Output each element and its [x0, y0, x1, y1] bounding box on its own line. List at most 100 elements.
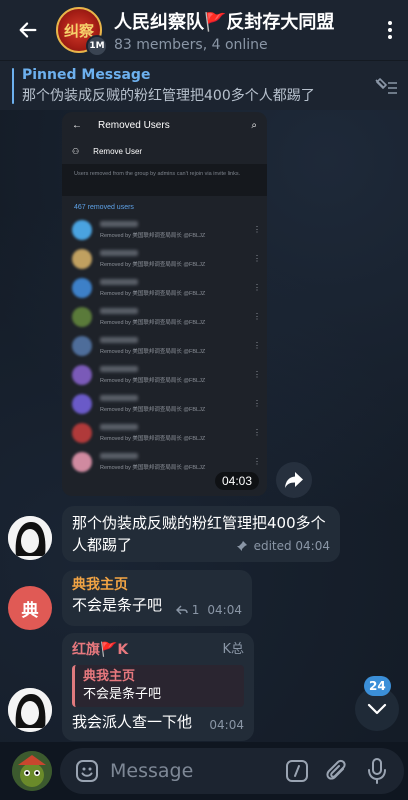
image-search-icon: ⌕ — [251, 119, 257, 131]
image-user-menu-icon: ⋮ — [253, 457, 261, 466]
message-bubble[interactable]: 那个伪装成反贼的粉红管理把400多个人都踢了 edited 04:04 — [62, 506, 340, 562]
more-menu-button[interactable] — [372, 0, 408, 60]
forward-button[interactable] — [276, 462, 312, 498]
message-time: 04:04 — [209, 718, 244, 732]
image-remove-user-icon: ⚇ — [72, 146, 80, 156]
image-user-avatar — [72, 277, 92, 298]
group-avatar[interactable]: 纠察 1M — [56, 7, 108, 57]
chat-title-block[interactable]: 人民纠察队🚩反封存大同盟 83 members, 4 online — [114, 8, 372, 53]
image-user-removed-by: Removed by 美国联邦调查局局长 @FBLJZ — [100, 377, 206, 384]
composer-bar — [0, 742, 408, 800]
pin-list-button[interactable] — [364, 76, 408, 96]
message-author[interactable]: 典我主页 — [72, 576, 242, 594]
avatar[interactable] — [8, 688, 52, 732]
pinned-message-bar[interactable]: Pinned Message 那个伪装成反贼的粉红管理把400多个人都踢了 — [0, 60, 408, 110]
pin-list-icon — [375, 77, 397, 94]
image-user-removed-by: Removed by 美国联邦调查局局长 @FBLJZ — [100, 435, 206, 442]
image-user-menu-icon: ⋮ — [253, 370, 261, 379]
image-user-info: Removed by 美国联邦调查局局长 @FBLJZ — [100, 220, 245, 239]
image-user-avatar — [72, 335, 92, 356]
image-user-name-blurred — [100, 365, 138, 372]
pinned-indicator — [12, 67, 14, 104]
voice-record-button[interactable] — [360, 754, 394, 788]
image-user-row: Removed by 美国联邦调查局局长 @FBLJZ ⋮ — [62, 418, 267, 447]
image-user-info: Removed by 美国联邦调查局局长 @FBLJZ — [100, 249, 245, 268]
attach-button[interactable] — [320, 754, 354, 788]
image-user-row: Removed by 美国联邦调查局局长 @FBLJZ ⋮ — [62, 360, 267, 389]
image-user-info: Removed by 美国联邦调查局局长 @FBLJZ — [100, 423, 245, 442]
reply-count[interactable]: 1 — [192, 599, 200, 621]
image-user-removed-by: Removed by 美国联邦调查局局长 @FBLJZ — [100, 464, 206, 471]
image-user-info: Removed by 美国联邦调查局局长 @FBLJZ — [100, 365, 245, 384]
image-user-name-blurred — [100, 336, 138, 343]
image-note: Users removed from the group by admins c… — [62, 164, 267, 196]
pin-icon — [236, 541, 247, 551]
image-user-name-blurred — [100, 220, 138, 227]
image-user-menu-icon: ⋮ — [253, 283, 261, 292]
paperclip-icon — [326, 759, 346, 780]
send-as-avatar[interactable] — [12, 751, 52, 791]
image-user-avatar — [72, 422, 92, 443]
chevron-down-icon — [367, 703, 387, 715]
image-user-removed-by: Removed by 美国联邦调查局局长 @FBLJZ — [100, 406, 206, 413]
admin-title: K总 — [222, 642, 244, 657]
image-title: Removed Users — [98, 119, 170, 131]
image-message[interactable]: ← Removed Users ⌕ ⚇ Remove User Users re… — [62, 112, 267, 496]
image-user-name-blurred — [100, 394, 138, 401]
image-user-name-blurred — [100, 249, 138, 256]
message-author[interactable]: 红旗🚩K — [72, 639, 128, 661]
emoji-button[interactable] — [70, 754, 104, 788]
image-user-info: Removed by 美国联邦调查局局长 @FBLJZ — [100, 394, 245, 413]
image-back-icon: ← — [72, 119, 82, 131]
image-remove-user-label: Remove User — [93, 146, 143, 156]
image-remove-user-row: ⚇ Remove User — [62, 138, 267, 164]
bot-commands-button[interactable] — [280, 754, 314, 788]
image-user-menu-icon: ⋮ — [253, 312, 261, 321]
more-vertical-icon — [388, 21, 392, 39]
image-user-info: Removed by 美国联邦调查局局长 @FBLJZ — [100, 336, 245, 355]
avatar[interactable]: 典 — [8, 586, 52, 630]
image-user-row: Removed by 美国联邦调查局局长 @FBLJZ ⋮ — [62, 215, 267, 244]
slash-command-icon — [286, 760, 308, 782]
pinned-label: Pinned Message — [22, 66, 151, 83]
image-user-avatar — [72, 306, 92, 327]
image-user-row: Removed by 美国联邦调查局局长 @FBLJZ ⋮ — [62, 302, 267, 331]
image-user-removed-by: Removed by 美国联邦调查局局长 @FBLJZ — [100, 290, 206, 297]
message-meta: edited 04:04 — [236, 535, 330, 557]
image-user-removed-by: Removed by 美国联邦调查局局长 @FBLJZ — [100, 232, 206, 239]
sketch-avatar-icon — [8, 688, 52, 732]
pinned-text: 那个伪装成反贼的粉红管理把400多个人都踢了 — [22, 87, 315, 104]
avatar[interactable] — [8, 516, 52, 560]
message-time: 04:04 — [207, 603, 242, 617]
members-badge: 1M — [86, 35, 108, 57]
image-user-avatar — [72, 393, 92, 414]
message-header: 红旗🚩K K总 — [72, 639, 244, 661]
image-user-info: Removed by 美国联邦调查局局长 @FBLJZ — [100, 278, 245, 297]
send-as-avatar-icon — [12, 751, 52, 791]
image-user-info: Removed by 美国联邦调查局局长 @FBLJZ — [100, 307, 245, 326]
image-user-menu-icon: ⋮ — [253, 399, 261, 408]
message-input[interactable] — [110, 760, 280, 782]
image-user-info: Removed by 美国联邦调查局局长 @FBLJZ — [100, 452, 245, 471]
image-user-menu-icon: ⋮ — [253, 341, 261, 350]
message-edited-time: edited 04:04 — [253, 539, 330, 553]
message-bubble[interactable]: 典我主页 不会是条子吧 1 04:04 — [62, 570, 252, 626]
quoted-author: 典我主页 — [83, 669, 136, 684]
image-timestamp: 04:03 — [214, 472, 259, 490]
back-button[interactable] — [0, 0, 56, 60]
image-user-removed-by: Removed by 美国联邦调查局局长 @FBLJZ — [100, 319, 206, 326]
image-user-removed-by: Removed by 美国联邦调查局局长 @FBLJZ — [100, 348, 206, 355]
chat-title: 人民纠察队🚩反封存大同盟 — [114, 11, 335, 33]
image-header: ← Removed Users ⌕ — [62, 112, 267, 138]
image-user-row: Removed by 美国联邦调查局局长 @FBLJZ ⋮ — [62, 331, 267, 360]
image-count: 467 removed users — [74, 204, 134, 211]
image-user-avatar — [72, 219, 92, 240]
unread-count-badge: 24 — [364, 676, 391, 696]
image-user-removed-by: Removed by 美国联邦调查局局长 @FBLJZ — [100, 261, 206, 268]
message-bubble[interactable]: 红旗🚩K K总 典我主页 不会是条子吧 我会派人查一下他 04:04 — [62, 633, 254, 741]
quoted-text: 不会是条子吧 — [83, 687, 162, 702]
message-field — [60, 748, 404, 794]
image-user-row: Removed by 美国联邦调查局局长 @FBLJZ ⋮ — [62, 244, 267, 273]
quoted-reply[interactable]: 典我主页 不会是条子吧 — [72, 665, 244, 707]
pinned-text-block: Pinned Message 那个伪装成反贼的粉红管理把400多个人都踢了 — [22, 67, 364, 105]
